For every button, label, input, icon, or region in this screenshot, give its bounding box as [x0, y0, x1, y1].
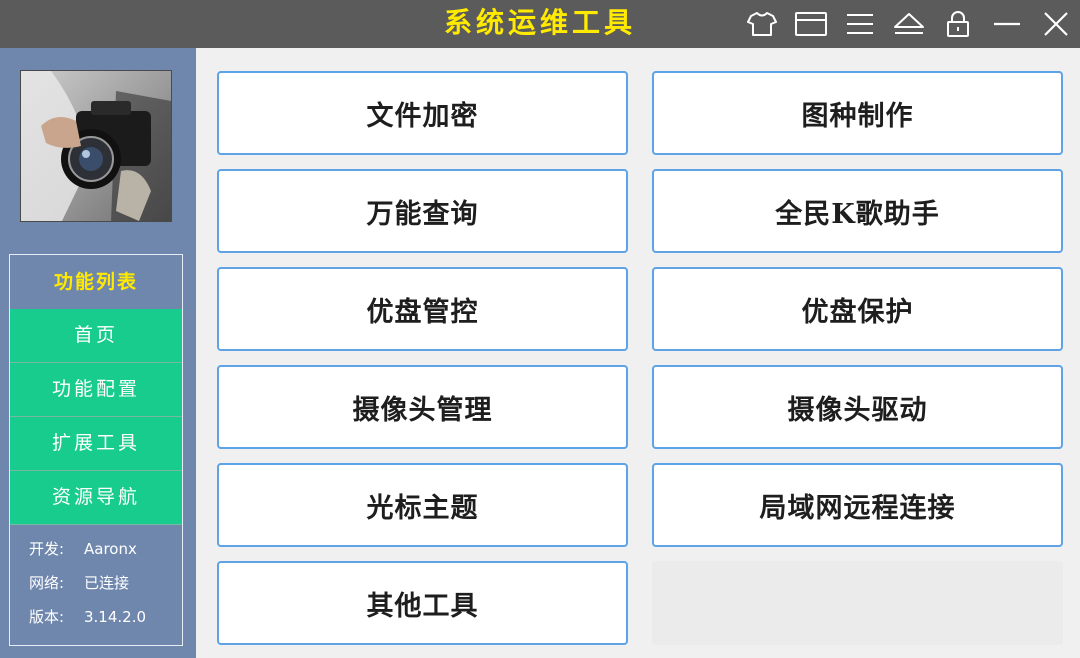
info-label: 版本: — [29, 608, 65, 626]
info-label: 开发: — [29, 540, 65, 558]
info-value: Aaronx — [84, 540, 137, 558]
nav-item-home[interactable]: 首页 — [10, 309, 182, 363]
nav-item-extensions[interactable]: 扩展工具 — [10, 417, 182, 471]
image-seed-button[interactable]: 图种制作 — [652, 71, 1063, 155]
info-developer: 开发: Aaronx — [29, 537, 182, 571]
menu-icon[interactable] — [835, 0, 884, 48]
sidebar: 功能列表 首页 功能配置 扩展工具 资源导航 开发: Aaronx 网络: 已连接 … — [0, 48, 196, 658]
avatar — [20, 70, 172, 222]
file-encrypt-button[interactable]: 文件加密 — [217, 71, 628, 155]
usb-control-button[interactable]: 优盘管控 — [217, 267, 628, 351]
karaoke-helper-button[interactable]: 全民K歌助手 — [652, 169, 1063, 253]
cursor-theme-button[interactable]: 光标主题 — [217, 463, 628, 547]
skin-icon[interactable] — [737, 0, 786, 48]
eject-icon[interactable] — [884, 0, 933, 48]
function-list-title: 功能列表 — [53, 271, 138, 293]
info-label: 网络: — [29, 574, 65, 592]
info-value: 3.14.2.0 — [84, 608, 147, 626]
universal-query-button[interactable]: 万能查询 — [217, 169, 628, 253]
close-icon[interactable] — [1031, 0, 1080, 48]
title-bar: 系统运维工具 — [0, 0, 1080, 48]
info-network: 网络: 已连接 — [29, 571, 182, 605]
info-block: 开发: Aaronx 网络: 已连接 版本: 3.14.2.0 — [10, 525, 182, 639]
empty-slot — [652, 561, 1063, 645]
lock-icon[interactable] — [933, 0, 982, 48]
camera-manage-button[interactable]: 摄像头管理 — [217, 365, 628, 449]
camera-driver-button[interactable]: 摄像头驱动 — [652, 365, 1063, 449]
info-value: 已连接 — [84, 574, 130, 592]
nav-item-config[interactable]: 功能配置 — [10, 363, 182, 417]
lan-remote-button[interactable]: 局域网远程连接 — [652, 463, 1063, 547]
minimize-icon[interactable] — [982, 0, 1031, 48]
usb-protect-button[interactable]: 优盘保护 — [652, 267, 1063, 351]
nav-item-resources[interactable]: 资源导航 — [10, 471, 182, 525]
titlebar-controls — [737, 0, 1080, 48]
window-icon[interactable] — [786, 0, 835, 48]
function-list-panel: 功能列表 首页 功能配置 扩展工具 资源导航 开发: Aaronx 网络: 已连接 … — [9, 254, 183, 646]
other-tools-button[interactable]: 其他工具 — [217, 561, 628, 645]
info-version: 版本: 3.14.2.0 — [29, 605, 182, 639]
